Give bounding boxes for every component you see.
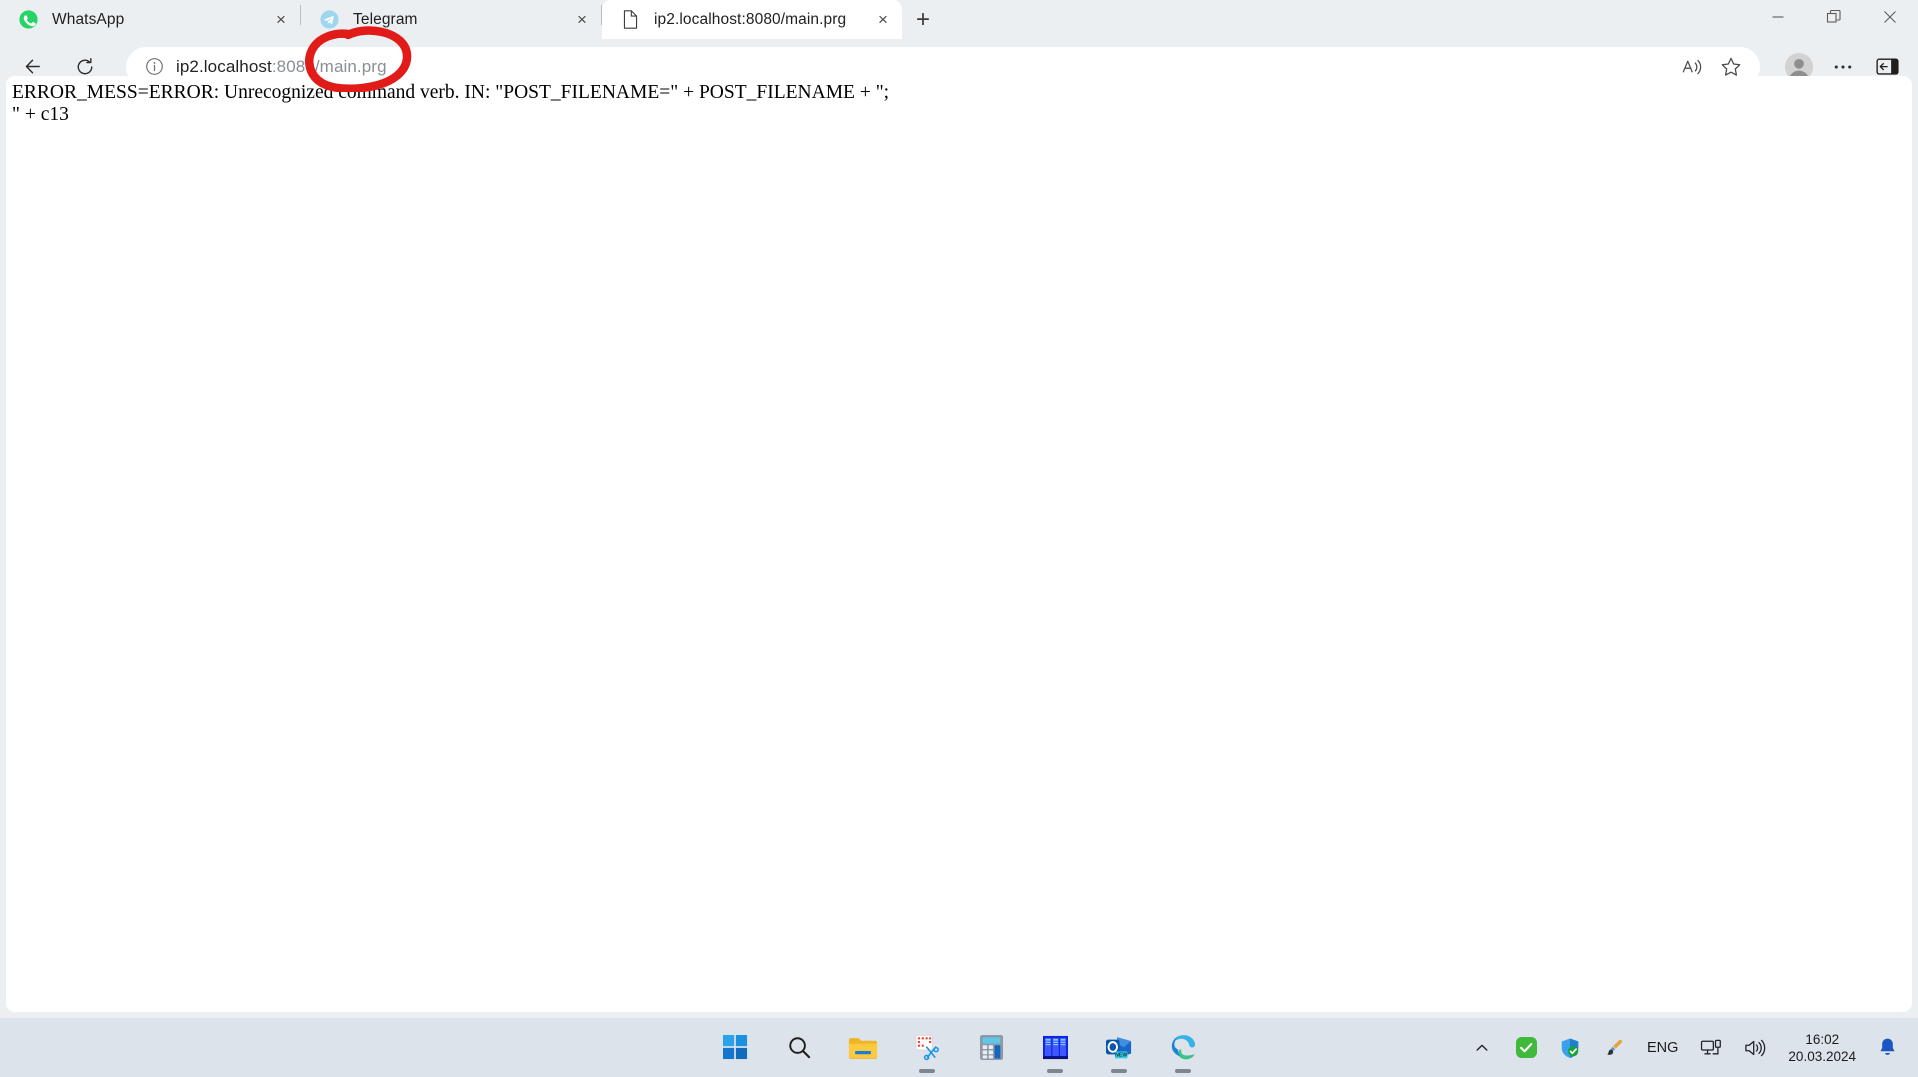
tab-title: WhatsApp xyxy=(52,10,125,28)
taskbar-clock[interactable]: 16:02 20.03.2024 xyxy=(1778,1026,1864,1070)
search-icon[interactable] xyxy=(777,1026,821,1070)
telegram-icon xyxy=(319,10,339,30)
tab-strip-drag-area xyxy=(944,0,1750,39)
tab-close-icon[interactable]: × xyxy=(870,7,896,33)
url-text[interactable]: ip2.localhost:8080/main.prg xyxy=(176,57,1674,77)
tray-overflow-chevron-icon[interactable] xyxy=(1461,1026,1503,1070)
file-explorer-icon[interactable] xyxy=(841,1026,885,1070)
tab-telegram[interactable]: Telegram × xyxy=(301,0,601,39)
volume-icon[interactable] xyxy=(1734,1026,1776,1070)
page-content-area: ERROR_MESS=ERROR: Unrecognized command v… xyxy=(6,76,1912,1012)
minimize-button[interactable] xyxy=(1750,0,1806,33)
tab-strip: WhatsApp × Telegram × ip2.localhost:8080… xyxy=(0,0,1918,39)
whatsapp-icon xyxy=(18,10,38,30)
notifications-bell-icon[interactable] xyxy=(1866,1026,1908,1070)
tab-close-icon[interactable]: × xyxy=(268,7,294,33)
url-path: :8080/main.prg xyxy=(271,56,387,76)
url-host: ip2.localhost xyxy=(176,56,272,76)
tab-whatsapp[interactable]: WhatsApp × xyxy=(0,0,300,39)
start-button[interactable] xyxy=(713,1026,757,1070)
outlook-new-icon[interactable]: NEW xyxy=(1097,1026,1141,1070)
language-indicator[interactable]: ENG xyxy=(1637,1026,1688,1070)
svg-text:NEW: NEW xyxy=(1115,1052,1127,1058)
windows-security-icon[interactable] xyxy=(1549,1026,1591,1070)
calculator-icon[interactable] xyxy=(969,1026,1013,1070)
page-body-text: ERROR_MESS=ERROR: Unrecognized command v… xyxy=(12,82,890,125)
taskbar-app-group: NEW xyxy=(713,1026,1205,1070)
clock-date: 20.03.2024 xyxy=(1788,1048,1856,1064)
close-button[interactable] xyxy=(1862,0,1918,33)
clock-time: 16:02 xyxy=(1805,1031,1840,1047)
windows-taskbar: NEW ENG 16:02 20.03.2024 xyxy=(0,1018,1918,1077)
database-app-icon[interactable] xyxy=(1033,1026,1077,1070)
page-document-icon xyxy=(620,10,640,30)
network-icon[interactable] xyxy=(1690,1026,1732,1070)
browser-window: WhatsApp × Telegram × ip2.localhost:8080… xyxy=(0,0,1918,1018)
paint-brush-icon[interactable] xyxy=(1593,1026,1635,1070)
tab-close-icon[interactable]: × xyxy=(569,7,595,33)
microsoft-edge-icon[interactable] xyxy=(1161,1026,1205,1070)
system-tray: ENG 16:02 20.03.2024 xyxy=(1461,1026,1908,1070)
snipping-tool-icon[interactable] xyxy=(905,1026,949,1070)
tab-main-prg[interactable]: ip2.localhost:8080/main.prg × xyxy=(602,0,902,39)
green-check-icon[interactable] xyxy=(1505,1026,1547,1070)
restore-button[interactable] xyxy=(1806,0,1862,33)
window-controls xyxy=(1750,0,1918,39)
new-tab-button[interactable]: + xyxy=(902,0,944,39)
tab-title: Telegram xyxy=(353,10,418,28)
tab-title: ip2.localhost:8080/main.prg xyxy=(654,10,847,28)
